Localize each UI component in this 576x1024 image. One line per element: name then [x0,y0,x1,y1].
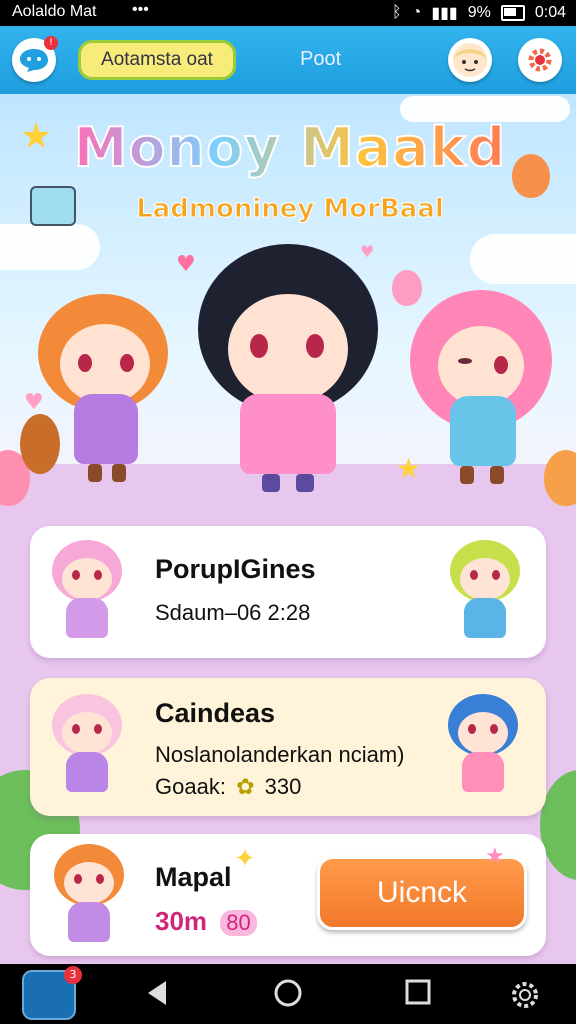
status-time: 0:04 [534,4,566,21]
app-badge: 3 [64,966,82,984]
settings-cog-icon[interactable] [508,978,542,1012]
status-app-label: Aolaldo Mat [12,3,97,20]
balloon-icon [512,154,550,198]
character-main-girl[interactable] [188,234,388,504]
tab-post[interactable]: Poot [300,48,341,71]
game-card-2[interactable]: Caindeas Noslanolanderkan nciam) Goaak: … [30,678,546,816]
character-fox-girl[interactable] [20,284,180,494]
game-title: Monoy Maakd [70,115,510,180]
card-title: PorupIGines [155,554,316,584]
mapal-chip: 80 [220,910,257,936]
card-character-avatar [44,844,134,944]
game-card-1[interactable]: PorupIGines Sdaum–06 2:28 [30,526,546,658]
card-character-avatar [438,694,528,794]
top-app-bar: ! Aotamsta oat Poot [0,26,576,94]
card-value: 30m 80 [155,906,257,937]
avatar-icon [453,43,487,77]
cloud [0,224,100,270]
notification-badge: ! [44,36,58,50]
star-icon: ★ [20,116,53,157]
gear-icon [528,48,552,72]
card-character-avatar [440,540,530,640]
score-value: 330 [264,774,302,799]
signpost-icon [30,186,76,226]
recents-icon[interactable] [404,978,432,1006]
star-icon: ★ [485,844,505,869]
game-card-3: ✦ Mapal 30m 80 Uicnck ★ [30,834,546,956]
character-pink-girl[interactable] [406,290,556,500]
game-subtitle: Ladmoniney MorBaal [136,194,445,225]
game-name-pill[interactable]: Aotamsta oat [78,40,236,80]
battery-icon [500,5,525,21]
home-icon[interactable] [273,978,303,1008]
card-character-avatar [42,540,132,640]
signal-icon: ▮▮▮ [431,5,458,22]
mapal-value: 30m [155,906,208,936]
status-bar: Aolaldo Mat ••• ᛒ ◔ ▮▮▮ 9% 0:04 [0,0,576,26]
back-icon[interactable] [144,978,170,1008]
card-title: Caindeas [155,698,276,728]
card-description: Noslanolanderkan nciam) [155,742,405,767]
cloud [470,234,576,284]
card-timer: Sdaum–06 2:28 [155,600,311,625]
card-score: Goaak: ✿ 330 [155,774,301,800]
score-label: Goaak: [155,774,226,799]
flower-icon: ✿ [236,774,255,799]
system-nav-bar: 3 [0,964,576,1024]
bluetooth-icon: ᛒ [392,4,402,21]
card-character-avatar [42,694,132,794]
sparkle-icon: ✦ [234,844,256,874]
app-shortcut-icon[interactable]: 3 [22,966,82,1020]
chat-bubble-icon [20,49,48,72]
wifi-icon: ◔ [411,4,422,21]
settings-button[interactable] [518,38,562,82]
status-more-dots: ••• [132,1,149,18]
messages-button[interactable]: ! [12,36,58,82]
profile-avatar-button[interactable] [448,38,492,82]
card-title: Mapal [155,862,232,892]
signal-percent: 9% [467,4,491,21]
